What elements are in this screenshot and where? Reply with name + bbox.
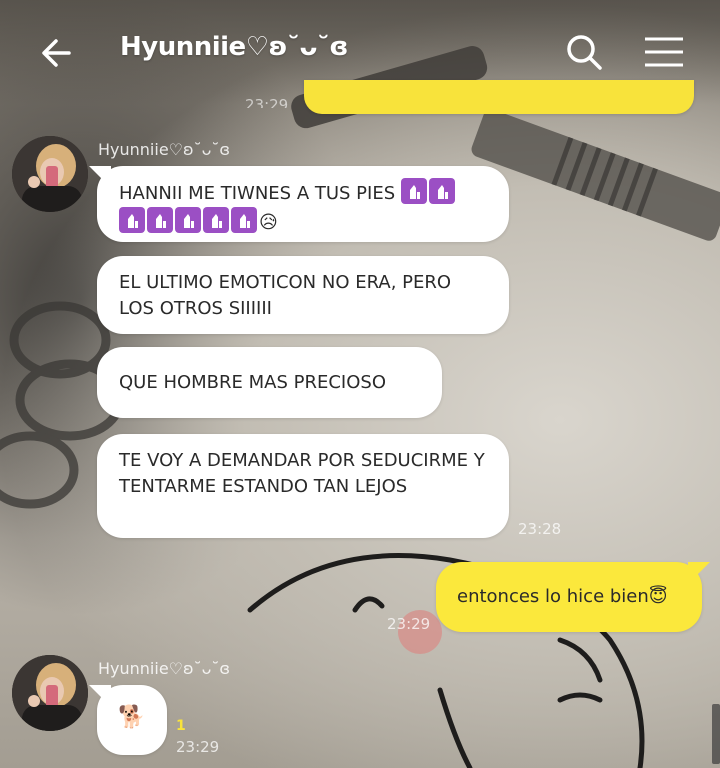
message-bubble[interactable]: TE VOY A DEMANDAR POR SEDUCIRME Y TENTAR… [97,434,509,538]
place-of-worship-emoji-icon [400,178,427,204]
place-of-worship-emoji-icon [203,207,229,233]
search-button[interactable] [562,30,606,74]
message-text: QUE HOMBRE MAS PRECIOSO [119,372,386,393]
message-timestamp: 23:29 [245,96,289,108]
my-message-bubble[interactable]: entonces lo hice bien😇 [436,562,702,632]
sad-face-emoji-icon: 😥 [259,212,278,233]
message-bubble[interactable]: HANNII ME TIWNES A TUS PIES 😥 [97,166,509,242]
message-text: TE VOY A DEMANDAR POR SEDUCIRME Y TENTAR… [119,450,485,497]
scroll-indicator[interactable] [712,704,720,764]
message-bubble[interactable]: EL ULTIMO EMOTICON NO ERA, PERO LOS OTRO… [97,256,509,334]
sender-name: Hyunniie♡ʚ˘ᴗ˘ɞ [98,659,231,678]
message-timestamp: 23:29 [387,615,431,633]
message-timestamp: 23:29 [176,738,220,756]
chat-title[interactable]: Hyunniie♡ʚ˘ᴗ˘ɞ [120,32,348,62]
sender-name: Hyunniie♡ʚ˘ᴗ˘ɞ [98,140,231,159]
place-of-worship-emoji-icon [231,207,257,233]
sender-avatar[interactable] [12,136,88,212]
arrow-left-icon [42,39,71,67]
message-timestamp: 23:28 [518,520,562,538]
place-of-worship-emoji-icon [119,207,145,233]
sender-avatar[interactable] [12,655,88,731]
message-text: entonces lo hice bien😇 [457,586,668,607]
message-text: HANNII ME TIWNES A TUS PIES [119,183,396,204]
my-message-bubble-partial[interactable] [304,80,694,114]
emoji-row [400,178,457,204]
place-of-worship-emoji-icon [147,207,173,233]
menu-button[interactable] [640,30,688,74]
hamburger-menu-icon [645,37,683,67]
message-text: EL ULTIMO EMOTICON NO ERA, PERO LOS OTRO… [119,272,452,319]
unread-count: 1 [176,718,186,734]
message-bubble[interactable]: QUE HOMBRE MAS PRECIOSO [97,347,442,418]
search-icon [567,35,602,70]
dog-sticker: 🐕 [118,705,146,730]
sticker-bubble[interactable]: 🐕 [97,685,167,755]
place-of-worship-emoji-icon [428,178,455,204]
emoji-row: 😥 [119,207,487,236]
place-of-worship-emoji-icon [175,207,201,233]
back-button[interactable] [34,30,80,76]
